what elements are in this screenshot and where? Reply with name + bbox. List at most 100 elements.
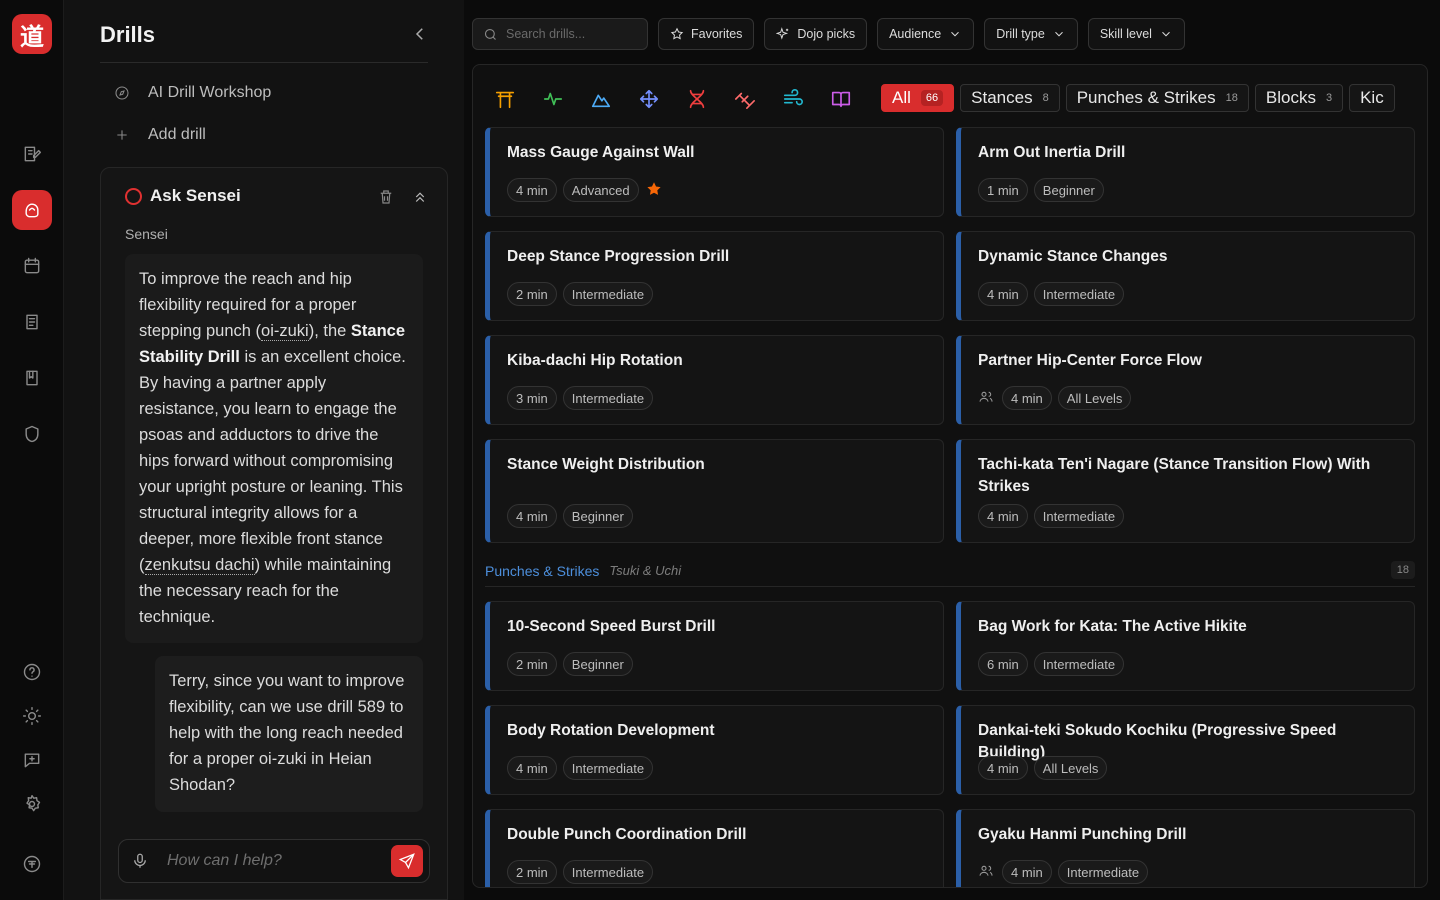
drills-icon[interactable] xyxy=(12,190,52,230)
audience-dropdown[interactable]: Audience xyxy=(877,18,975,50)
duration-chip: 4 min xyxy=(1002,860,1052,884)
duration-chip: 6 min xyxy=(978,652,1028,676)
user-message: Terry, since you want to improve flexibi… xyxy=(155,656,423,812)
duration-chip: 4 min xyxy=(978,504,1028,528)
drill-card[interactable]: Kiba-dachi Hip Rotation 3 min Intermedia… xyxy=(485,335,944,425)
tab-punches-strikes[interactable]: Punches & Strikes 18 xyxy=(1065,84,1249,112)
compass-icon xyxy=(115,86,129,100)
skill-level-dropdown[interactable]: Skill level xyxy=(1087,18,1185,50)
tab-kicks[interactable]: Kic xyxy=(1349,84,1395,112)
dna-icon[interactable] xyxy=(685,87,709,111)
mic-icon[interactable] xyxy=(131,852,149,870)
open-book-icon[interactable] xyxy=(829,87,853,111)
chevron-left-icon xyxy=(415,28,423,40)
journal-icon[interactable] xyxy=(12,134,52,174)
favorite-star-icon[interactable] xyxy=(645,180,665,200)
drill-card[interactable]: Mass Gauge Against Wall 4 min Advanced xyxy=(485,127,944,217)
sun-icon[interactable] xyxy=(12,696,52,736)
chat-input[interactable] xyxy=(167,852,391,870)
drill-title: Kiba-dachi Hip Rotation xyxy=(507,352,683,369)
help-icon[interactable] xyxy=(12,652,52,692)
dojo-picks-label: Dojo picks xyxy=(797,27,856,41)
book-icon[interactable] xyxy=(12,358,52,398)
chat-input-bar xyxy=(118,839,430,883)
drill-card[interactable]: Tachi-kata Ten'i Nagare (Stance Transiti… xyxy=(956,439,1415,543)
move-icon[interactable] xyxy=(637,87,661,111)
drill-card[interactable]: 10-Second Speed Burst Drill 2 min Beginn… xyxy=(485,601,944,691)
drill-type-label: Drill type xyxy=(996,27,1045,41)
drill-list: All 66 Stances 8 Punches & Strikes 18 Block… xyxy=(472,64,1428,888)
calendar-icon[interactable] xyxy=(12,246,52,286)
drill-card[interactable]: Bag Work for Kata: The Active Hikite 6 m… xyxy=(956,601,1415,691)
category-icon-bar xyxy=(493,87,853,111)
drill-card[interactable]: Body Rotation Development 4 min Intermed… xyxy=(485,705,944,795)
section-title[interactable]: Punches & Strikes xyxy=(485,563,599,579)
profile-icon[interactable] xyxy=(12,844,52,884)
drill-card[interactable]: Double Punch Coordination Drill 2 min In… xyxy=(485,809,944,887)
settings-icon[interactable] xyxy=(12,784,52,824)
search-box xyxy=(472,18,648,50)
duration-chip: 4 min xyxy=(507,504,557,528)
icon-rail: 道 xyxy=(0,0,64,900)
level-chip: Intermediate xyxy=(562,860,654,884)
tab-blocks[interactable]: Blocks 3 xyxy=(1254,84,1344,112)
drill-card[interactable]: Stance Weight Distribution 4 min Beginne… xyxy=(485,439,944,543)
drill-card[interactable]: Gyaku Hanmi Punching Drill 4 min Interme… xyxy=(956,809,1415,887)
tab-stances[interactable]: Stances 8 xyxy=(960,84,1060,112)
duration-chip: 4 min xyxy=(507,178,557,202)
pulse-icon[interactable] xyxy=(541,87,565,111)
panel-divider xyxy=(100,62,428,63)
drill-type-dropdown[interactable]: Drill type xyxy=(984,18,1078,50)
feedback-icon[interactable] xyxy=(12,740,52,780)
level-chip: Beginner xyxy=(1033,178,1104,202)
ask-sensei-header: Ask Sensei xyxy=(125,186,241,206)
term-zenkutsu-dachi[interactable]: zenkutsu dachi xyxy=(144,556,255,575)
drill-card[interactable]: Partner Hip-Center Force Flow 4 min All … xyxy=(956,335,1415,425)
torii-icon[interactable] xyxy=(493,87,517,111)
drill-title: Partner Hip-Center Force Flow xyxy=(978,352,1202,369)
search-icon xyxy=(484,28,496,40)
audience-label: Audience xyxy=(889,27,942,41)
collapse-panel-button[interactable] xyxy=(408,22,432,46)
ai-drill-workshop-link[interactable]: AI Drill Workshop xyxy=(114,80,271,106)
drill-card[interactable]: Dynamic Stance Changes 4 min Intermediat… xyxy=(956,231,1415,321)
level-chip: Intermediate xyxy=(562,282,654,306)
trash-icon[interactable] xyxy=(377,188,395,206)
drill-title: Arm Out Inertia Drill xyxy=(978,144,1126,161)
dojo-picks-button[interactable]: Dojo picks xyxy=(764,18,868,50)
drill-card[interactable]: Dankai-teki Sokudo Kochiku (Progressive … xyxy=(956,705,1415,795)
skill-level-label: Skill level xyxy=(1099,27,1152,41)
mountain-icon[interactable] xyxy=(589,87,613,111)
section-count-badge: 18 xyxy=(1390,561,1415,579)
filter-toolbar: Favorites Dojo picks Audience Drill type… xyxy=(472,18,1185,50)
level-chip: Intermediate xyxy=(562,386,654,410)
search-input[interactable] xyxy=(506,27,636,41)
tab-all[interactable]: All 66 xyxy=(881,84,955,112)
level-chip: All Levels xyxy=(1033,756,1108,780)
shield-icon[interactable] xyxy=(12,414,52,454)
drill-card[interactable]: Deep Stance Progression Drill 2 min Inte… xyxy=(485,231,944,321)
category-tabs: All 66 Stances 8 Punches & Strikes 18 Block… xyxy=(881,84,1395,112)
duration-chip: 2 min xyxy=(507,282,557,306)
add-drill-button[interactable]: Add drill xyxy=(114,122,206,148)
drill-title: Tachi-kata Ten'i Nagare (Stance Transiti… xyxy=(978,456,1371,495)
app-logo[interactable]: 道 xyxy=(12,14,52,54)
partner-icon xyxy=(978,389,996,407)
drill-title: Double Punch Coordination Drill xyxy=(507,826,747,843)
drill-title: Deep Stance Progression Drill xyxy=(507,248,730,265)
level-chip: Beginner xyxy=(562,504,633,528)
notes-icon[interactable] xyxy=(12,302,52,342)
drill-title: Stance Weight Distribution xyxy=(507,456,705,473)
dumbbell-icon[interactable] xyxy=(733,87,757,111)
send-button[interactable] xyxy=(391,845,423,877)
sensei-label: Sensei xyxy=(125,226,168,242)
duration-chip: 1 min xyxy=(978,178,1028,202)
drill-card[interactable]: Arm Out Inertia Drill 1 min Beginner xyxy=(956,127,1415,217)
panel-title: Drills xyxy=(100,22,156,47)
wind-icon[interactable] xyxy=(781,87,805,111)
favorites-button[interactable]: Favorites xyxy=(658,18,755,50)
drill-title: Bag Work for Kata: The Active Hikite xyxy=(978,618,1247,635)
chevrons-up-icon[interactable] xyxy=(411,188,429,206)
duration-chip: 4 min xyxy=(1002,386,1052,410)
term-oi-zuki[interactable]: oi-zuki xyxy=(261,322,309,341)
